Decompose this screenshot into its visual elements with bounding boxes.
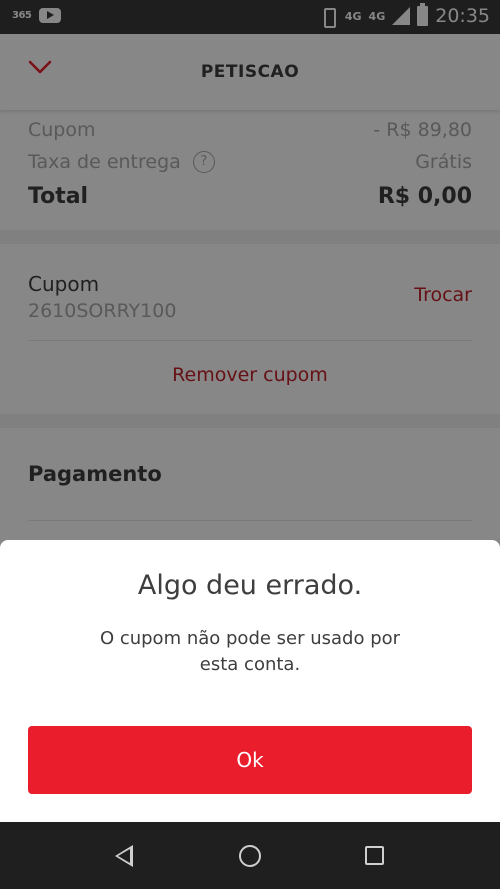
dialog-title: Algo deu errado. [137, 570, 363, 601]
error-dialog: Algo deu errado. O cupom não pode ser us… [0, 540, 500, 822]
back-icon[interactable] [115, 845, 133, 867]
dialog-message: O cupom não pode ser usado por esta cont… [99, 628, 401, 675]
navigation-bar [0, 822, 500, 889]
recent-apps-icon[interactable] [365, 846, 384, 865]
ok-button[interactable]: Ok [28, 726, 472, 794]
home-icon[interactable] [239, 845, 261, 867]
